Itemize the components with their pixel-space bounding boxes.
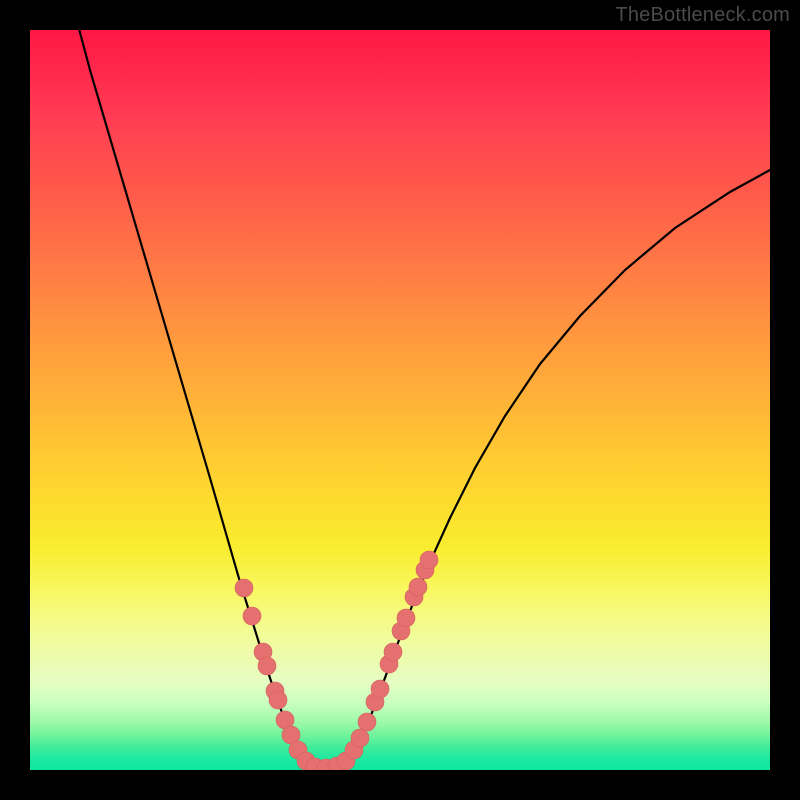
marker-point [351, 729, 369, 747]
chart-svg [30, 30, 770, 770]
outer-frame: TheBottleneck.com [0, 0, 800, 800]
marker-group [235, 551, 438, 770]
watermark-text: TheBottleneck.com [615, 4, 790, 27]
marker-point [258, 657, 276, 675]
bottleneck-curve [74, 30, 770, 769]
marker-point [409, 578, 427, 596]
marker-point [384, 643, 402, 661]
marker-point [397, 609, 415, 627]
marker-point [269, 691, 287, 709]
marker-point [371, 680, 389, 698]
marker-point [358, 713, 376, 731]
marker-point [235, 579, 253, 597]
marker-point [243, 607, 261, 625]
marker-point [420, 551, 438, 569]
plot-area [30, 30, 770, 770]
